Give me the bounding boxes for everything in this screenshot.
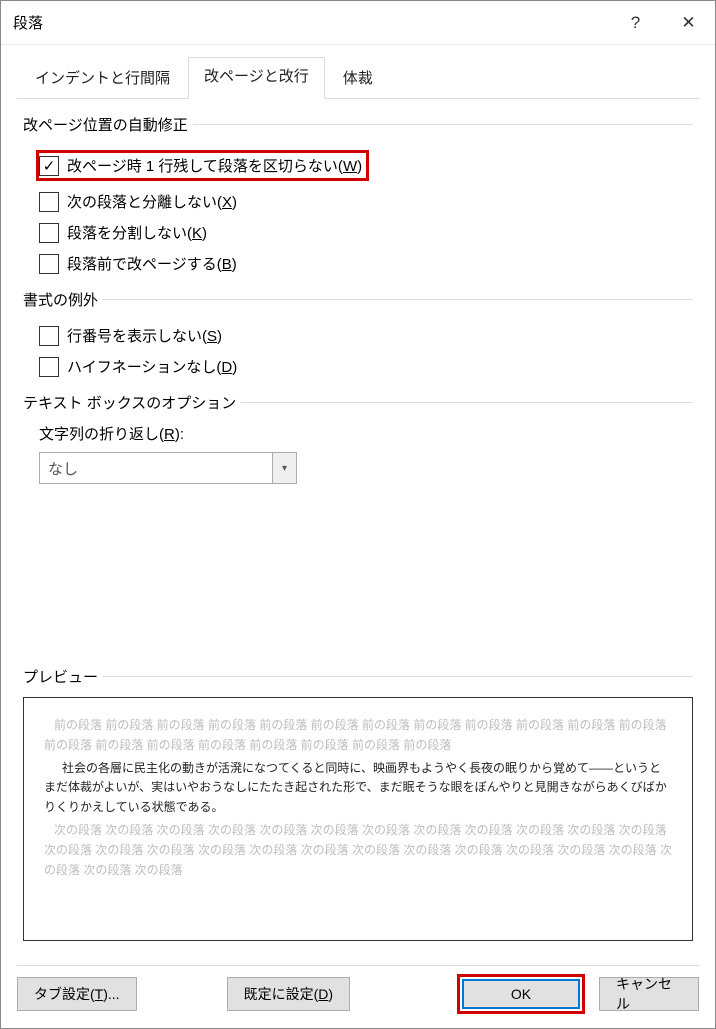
group-title-pagebreak: 改ページ位置の自動修正	[23, 114, 188, 135]
checkbox-keep-together[interactable]	[39, 223, 59, 243]
dialog-title: 段落	[13, 12, 609, 33]
select-text-wrap[interactable]: なし ▾	[39, 452, 297, 484]
select-value: なし	[48, 458, 78, 479]
label-keep-with-next: 次の段落と分離しない(X)	[67, 191, 237, 212]
divider	[193, 124, 693, 125]
label-text-wrap: 文字列の折り返し(R):	[23, 423, 693, 444]
preview-before: 前の段落 前の段落 前の段落 前の段落 前の段落 前の段落 前の段落 前の段落 …	[44, 716, 672, 756]
checkbox-keep-with-next[interactable]	[39, 192, 59, 212]
label-suppress-line-numbers: 行番号を表示しない(S)	[67, 325, 222, 346]
group-pagebreak-auto: 改ページ位置の自動修正 改ページ時 1 行残して段落を区切らない(W) 次の段落…	[23, 114, 693, 279]
titlebar: 段落 ? ✕	[1, 1, 715, 45]
tab-settings-button[interactable]: タブ設定(T)...	[17, 977, 137, 1011]
group-title-textbox: テキスト ボックスのオプション	[23, 392, 236, 413]
group-title-exception: 書式の例外	[23, 289, 98, 310]
highlight-ok: OK	[457, 974, 585, 1014]
label-widow-orphan: 改ページ時 1 行残して段落を区切らない(W)	[67, 155, 362, 176]
close-button[interactable]: ✕	[662, 1, 715, 45]
group-format-exception: 書式の例外 行番号を表示しない(S) ハイフネーションなし(D)	[23, 289, 693, 382]
checkbox-suppress-line-numbers[interactable]	[39, 326, 59, 346]
divider	[17, 965, 699, 966]
tab-indent[interactable]: インデントと行間隔	[17, 57, 188, 98]
label-keep-together: 段落を分割しない(K)	[67, 222, 207, 243]
checkbox-no-hyphenation[interactable]	[39, 357, 59, 377]
checkbox-page-break-before[interactable]	[39, 254, 59, 274]
group-preview: プレビュー 前の段落 前の段落 前の段落 前の段落 前の段落 前の段落 前の段落…	[23, 666, 693, 941]
preview-box: 前の段落 前の段落 前の段落 前の段落 前の段落 前の段落 前の段落 前の段落 …	[23, 697, 693, 941]
divider	[103, 299, 693, 300]
dialog-body: インデントと行間隔 改ページと改行 体裁 改ページ位置の自動修正 改ページ時 1…	[1, 45, 715, 941]
label-page-break-before: 段落前で改ページする(B)	[67, 253, 237, 274]
button-bar: タブ設定(T)... 既定に設定(D) OK キャンセル	[17, 974, 699, 1014]
group-title-preview: プレビュー	[23, 666, 98, 687]
divider	[103, 676, 693, 677]
divider	[241, 402, 693, 403]
group-textbox-options: テキスト ボックスのオプション 文字列の折り返し(R): なし ▾	[23, 392, 693, 484]
ok-button[interactable]: OK	[462, 979, 580, 1009]
tab-bar: インデントと行間隔 改ページと改行 体裁	[17, 57, 699, 99]
preview-after: 次の段落 次の段落 次の段落 次の段落 次の段落 次の段落 次の段落 次の段落 …	[44, 821, 672, 880]
set-default-button[interactable]: 既定に設定(D)	[227, 977, 350, 1011]
chevron-down-icon: ▾	[272, 453, 296, 483]
help-button[interactable]: ?	[609, 1, 662, 45]
tab-content: 改ページ位置の自動修正 改ページ時 1 行残して段落を区切らない(W) 次の段落…	[17, 99, 699, 941]
tab-pagebreak[interactable]: 改ページと改行	[188, 57, 325, 99]
tab-format[interactable]: 体裁	[325, 57, 391, 98]
label-no-hyphenation: ハイフネーションなし(D)	[67, 356, 237, 377]
highlight-widow-orphan: 改ページ時 1 行残して段落を区切らない(W)	[36, 150, 369, 181]
checkbox-widow-orphan[interactable]	[39, 156, 59, 176]
preview-body: 社会の各層に民主化の動きが活溌になつてくると同時に、映画界もようやく長夜の眠りか…	[44, 759, 672, 818]
cancel-button[interactable]: キャンセル	[599, 977, 699, 1011]
